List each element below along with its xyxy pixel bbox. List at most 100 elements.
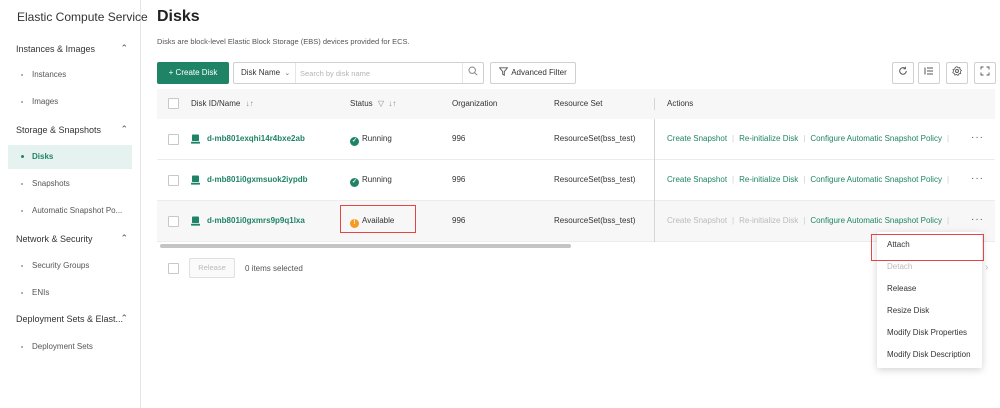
filter-icon[interactable]: ▽ <box>378 99 384 108</box>
sidebar-item-label: Instances <box>32 70 67 79</box>
create-snapshot-link[interactable]: Create Snapshot <box>667 134 727 143</box>
sidebar: Elastic Compute Service Instances & Imag… <box>0 0 148 408</box>
sidebar-group-label: Storage & Snapshots <box>16 125 102 135</box>
table-row: d-mb801i0gxmrs9p9q1lxa ! Available 996 Re… <box>157 201 995 242</box>
sidebar-item-snapshots[interactable]: Snapshots <box>8 172 132 196</box>
sidebar-item-instances[interactable]: Instances <box>8 63 132 87</box>
footer-select-all-checkbox[interactable] <box>168 263 179 274</box>
sidebar-item-automatic-snapshot-policy[interactable]: Automatic Snapshot Po... <box>8 199 132 223</box>
row-checkbox[interactable] <box>168 216 179 227</box>
actions-cell: Create Snapshot | Re-initialize Disk | Confi… <box>667 175 954 184</box>
refresh-button[interactable] <box>892 62 914 84</box>
sidebar-group-storage-snapshots[interactable]: Storage & Snapshots ⌃ <box>16 124 128 135</box>
separator: | <box>803 134 806 143</box>
search-field-label: Disk Name <box>241 68 281 77</box>
bullet-icon <box>21 101 23 103</box>
column-header-status[interactable]: Status ▽ ↓↑ <box>350 89 396 119</box>
menu-item-resize-disk[interactable]: Resize Disk <box>877 301 982 321</box>
row-checkbox[interactable] <box>168 134 179 145</box>
menu-item-release[interactable]: Release <box>877 279 982 299</box>
sidebar-group-label: Network & Security <box>16 234 93 244</box>
bullet-icon <box>21 74 23 76</box>
sidebar-group-network-security[interactable]: Network & Security ⌃ <box>16 233 128 244</box>
column-divider <box>654 201 655 242</box>
column-header-resource-set: Resource Set <box>554 99 603 108</box>
menu-item-modify-disk-properties[interactable]: Modify Disk Properties <box>877 323 982 343</box>
bullet-icon <box>21 210 23 212</box>
sort-icon[interactable]: ↓↑ <box>388 99 396 108</box>
disk-icon <box>191 216 200 226</box>
columns-button[interactable] <box>918 62 940 84</box>
create-snapshot-link[interactable]: Create Snapshot <box>667 175 727 184</box>
auto-snapshot-policy-link[interactable]: Configure Automatic Snapshot Policy <box>810 175 942 184</box>
search-input[interactable] <box>296 63 464 83</box>
chevron-up-icon[interactable]: ⌃ <box>120 233 128 244</box>
menu-item-modify-disk-description[interactable]: Modify Disk Description <box>877 345 982 365</box>
auto-snapshot-policy-link[interactable]: Configure Automatic Snapshot Policy <box>810 216 942 225</box>
separator: | <box>803 216 806 225</box>
search-field-select[interactable]: Disk Name ⌄ <box>234 63 296 83</box>
disk-id-link[interactable]: d-mb801i0gxmrs9p9q1lxa <box>207 216 305 225</box>
column-header-disk-id[interactable]: Disk ID/Name ↓↑ <box>191 89 254 119</box>
search-box: Disk Name ⌄ <box>233 62 484 84</box>
sort-icon[interactable]: ↓↑ <box>246 99 254 108</box>
sidebar-item-disks[interactable]: Disks <box>8 145 132 169</box>
row-checkbox[interactable] <box>168 175 179 186</box>
sidebar-item-security-groups[interactable]: Security Groups <box>8 254 132 278</box>
actions-cell: Create Snapshot | Re-initialize Disk | Confi… <box>667 216 954 225</box>
fullscreen-button[interactable] <box>974 62 996 84</box>
filter-icon <box>498 67 509 76</box>
sidebar-group-deployment-sets[interactable]: Deployment Sets & Elast... ⌃ <box>16 313 128 324</box>
chevron-right-icon[interactable]: › <box>985 262 988 273</box>
more-actions-button[interactable]: ··· <box>971 173 984 184</box>
sidebar-item-images[interactable]: Images <box>8 90 132 114</box>
column-header-label: Status <box>350 99 373 108</box>
reinitialize-disk-link: Re-initialize Disk <box>739 216 799 225</box>
column-header-organization: Organization <box>452 99 498 108</box>
auto-snapshot-policy-link[interactable]: Configure Automatic Snapshot Policy <box>810 134 942 143</box>
table-header: Disk ID/Name ↓↑ Status ▽ ↓↑ Organization… <box>157 89 995 119</box>
more-actions-button[interactable]: ··· <box>971 214 984 225</box>
sidebar-group-instances-images[interactable]: Instances & Images ⌃ <box>16 43 128 54</box>
column-header-label: Disk ID/Name <box>191 99 241 108</box>
reinitialize-disk-link[interactable]: Re-initialize Disk <box>739 134 798 143</box>
resource-set-cell: ResourceSet(bss_test) <box>554 134 636 143</box>
table-row: d-mb801exqhi14r4bxe2ab ✓ Running 996 Reso… <box>157 119 995 160</box>
release-button: Release <box>189 258 235 278</box>
status-cell: ✓ Running <box>350 175 392 187</box>
disk-icon <box>191 175 200 185</box>
advanced-filter-button[interactable]: Advanced Filter <box>490 62 576 84</box>
sidebar-group-label: Instances & Images <box>16 44 96 54</box>
attach-highlight-box <box>871 234 984 261</box>
column-divider <box>654 160 655 201</box>
chevron-up-icon[interactable]: ⌃ <box>120 43 128 54</box>
reinitialize-disk-link[interactable]: Re-initialize Disk <box>739 175 798 184</box>
separator: | <box>732 134 735 143</box>
sidebar-item-enis[interactable]: ENIs <box>8 281 132 305</box>
horizontal-scrollbar[interactable] <box>157 244 995 248</box>
create-snapshot-link: Create Snapshot <box>667 216 728 225</box>
column-divider <box>654 119 655 160</box>
more-actions-button[interactable]: ··· <box>971 132 984 143</box>
sidebar-item-label: Snapshots <box>32 179 70 188</box>
advanced-filter-label: Advanced Filter <box>511 68 567 77</box>
status-highlight-box <box>340 205 416 233</box>
chevron-up-icon[interactable]: ⌃ <box>120 124 128 135</box>
list-icon <box>924 67 933 75</box>
chevron-up-icon[interactable]: ⌃ <box>120 313 128 324</box>
sidebar-item-deployment-sets[interactable]: Deployment Sets <box>8 335 132 359</box>
status-cell: ✓ Running <box>350 134 392 146</box>
settings-button[interactable] <box>946 62 968 84</box>
gear-icon <box>952 66 962 76</box>
separator: | <box>732 216 735 225</box>
select-all-checkbox[interactable] <box>168 98 179 109</box>
disk-id-link[interactable]: d-mb801exqhi14r4bxe2ab <box>207 134 305 143</box>
table-row: d-mb801i0gxmsuok2iypdb ✓ Running 996 Reso… <box>157 160 995 201</box>
sidebar-item-label: Automatic Snapshot Po... <box>32 206 123 215</box>
sidebar-item-label: Disks <box>32 152 54 161</box>
search-button[interactable] <box>462 63 483 83</box>
create-disk-button[interactable]: + Create Disk <box>157 62 229 84</box>
organization-cell: 996 <box>452 175 466 184</box>
scrollbar-thumb[interactable] <box>160 244 571 248</box>
disk-id-link[interactable]: d-mb801i0gxmsuok2iypdb <box>207 175 307 184</box>
